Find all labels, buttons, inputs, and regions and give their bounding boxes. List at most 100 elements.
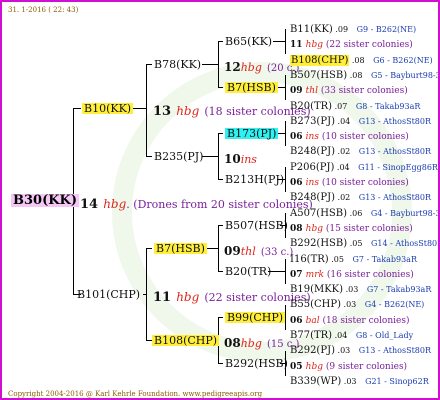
drone-mark-gen3d: 08hbg (15 c.) [224,334,299,350]
mark-number: 13 [153,104,172,119]
gen4-queen-row[interactable]: B55(CHP) .03 G4 - B262(NE) [290,294,424,310]
root-queen[interactable]: B30(KK) [11,194,79,207]
gen4-breeder: G5 - Bayburt98-3 [370,71,440,80]
timestamp: 31. 1-2016 ( 22: 43) [8,6,79,14]
mark-abbr: hbg [240,337,262,350]
gen4-queen-row[interactable]: I16(TR) .05 G7 - Takab93aR [290,249,417,265]
gen4-queen-row[interactable]: B19(MKK) .03 G7 - Takab93aR [290,279,431,295]
mark-abbr: hbg [176,290,200,304]
gen4-queen-row[interactable]: B248(PJ) .02 G13 - AthosSt80R [290,187,431,203]
queen-b235[interactable]: B235(PJ) [154,151,203,162]
connector [202,156,218,157]
queen-b108-gen2[interactable]: B108(CHP) [152,335,220,346]
mark-abbr: hbg [176,104,200,118]
connector [133,108,146,109]
gen4-percent: .06 [347,209,365,218]
gen4-breeder: G21 - Sinop62R [365,377,429,386]
queen-label[interactable]: B248(PJ) [290,146,335,157]
connector [218,87,223,88]
mark-number: 08 [224,336,241,350]
gen4-drone-mark: 08 hbg (15 sister colonies) [290,218,413,234]
connector [202,64,218,65]
gen4-queen-row[interactable]: B108(CHP) .08 G6 - B262(NE) [290,50,433,66]
mark-text: (33 c.) [260,247,294,258]
gen4-percent: .07 [332,102,350,111]
gen4-breeder: G13 - AthosSt80R [358,346,431,355]
connector [218,41,223,42]
gen4-percent: .03 [343,285,361,294]
connector [146,64,147,156]
gen4-queen-row[interactable]: B273(PJ) .04 G13 - AthosSt80R [290,111,431,127]
gen4-breeder: G8 - Old_Lady [355,331,414,340]
queen-label[interactable]: B55(CHP) [290,299,341,310]
gen4-queen-row[interactable]: B507(HSB) .08 G5 - Bayburt98-3 [290,65,440,81]
gen4-breeder: G7 - Takab93aR [352,255,417,264]
connector [73,108,81,109]
queen-b20[interactable]: B20(TR) [225,266,271,277]
queen-b78[interactable]: B78(KK) [154,59,201,70]
connector [285,29,286,54]
mark-number: 09 [224,244,241,258]
mark-number: 14 [80,197,99,212]
gen4-percent: .02 [334,193,353,202]
mark-abbr: hbg [240,61,262,74]
queen-b99[interactable]: B99(CHP) [225,312,286,323]
queen-label[interactable]: B292(PJ) [290,345,335,356]
gen4-queen-row[interactable]: B339(WP) .03 G21 - Sinop62R [290,371,429,387]
gen4-breeder: G11 - SinopEgg86R [358,163,438,172]
connector [218,225,219,271]
gen4-percent: .04 [334,163,353,172]
connector [285,305,286,330]
queen-label[interactable]: B339(WP) [290,376,341,387]
gen4-queen-row[interactable]: B248(PJ) .02 G13 - AthosSt80R [290,141,431,157]
gen4-breeder: G6 - B262(NE) [373,56,433,65]
drone-mark-gen2a: 13 hbg (18 sister colonies) [153,102,311,118]
queen-label[interactable]: B248(PJ) [290,192,335,203]
mark-text: . (Drones from 20 sister colonies) [126,198,313,211]
gen4-queen-row[interactable]: B292(PJ) .03 G13 - AthosSt80R [290,340,431,356]
mark-text: (22 sister colonies) [323,40,413,50]
mark-abbr: thl [305,86,318,96]
queen-b65[interactable]: B65(KK) [225,36,272,47]
connector [285,167,286,192]
queen-b507-gen3[interactable]: B507(HSB) [225,220,288,231]
gen4-percent: .08 [349,56,368,65]
gen4-queen-row[interactable]: B20(TR) .07 G8 - Takab93aR [290,96,420,112]
queen-b7-gen2[interactable]: B7(HSB) [154,243,207,254]
gen4-queen-row[interactable]: B11(KK) .09 G9 - B262(NE) [290,19,416,35]
mark-number: 11 [153,290,172,305]
gen4-queen-row[interactable]: B77(TR) .04 G8 - Old_Lady [290,325,413,341]
connector [218,317,223,318]
connector [218,179,223,180]
mark-number: 11 [290,40,306,50]
connector [218,41,219,87]
gen4-breeder: G13 - AthosSt80R [358,193,431,202]
gen4-percent: .04 [332,331,350,340]
mark-text: (33 sister colonies) [317,86,408,96]
gen4-percent: .03 [341,377,360,386]
gen4-percent: .02 [334,147,353,156]
queen-b292-gen3[interactable]: B292(HSB) [225,358,288,369]
gen4-queen-row[interactable]: A507(HSB) .06 G4 - Bayburt98-3 [290,203,438,219]
drone-mark-gen3b: 10ins [224,150,257,166]
queen-b173[interactable]: B173(PJ) [225,128,279,139]
gen4-queen-row[interactable]: B292(HSB) .05 G14 - AthosSt80R [290,233,440,249]
queen-label[interactable]: B292(HSB) [290,238,347,249]
gen4-percent: .03 [340,300,359,309]
queen-b7-gen3[interactable]: B7(HSB) [225,82,278,93]
connector [146,64,152,65]
gen4-breeder: G14 - AthosSt80R [370,239,440,248]
gen4-breeder: G13 - AthosSt80R [358,147,431,156]
queen-b213[interactable]: B213H(PJ) [225,174,284,185]
connector [285,259,286,284]
queen-b10[interactable]: B10(KK) [82,103,134,114]
queen-b101[interactable]: B101(CHP) [77,289,140,300]
gen4-percent: .09 [332,25,351,34]
connector [218,133,223,134]
mark-number: 10 [224,152,241,166]
gen4-percent: .05 [328,255,347,264]
drone-mark-gen3c: 09thl (33 c.) [224,242,293,258]
gen4-drone-mark: 06 ins (10 sister colonies) [290,172,409,188]
gen4-queen-row[interactable]: P206(PJ) .04 G11 - SinopEgg86R [290,157,438,173]
drone-mark-gen1: 14 hbg. (Drones from 20 sister colonies) [80,195,313,211]
